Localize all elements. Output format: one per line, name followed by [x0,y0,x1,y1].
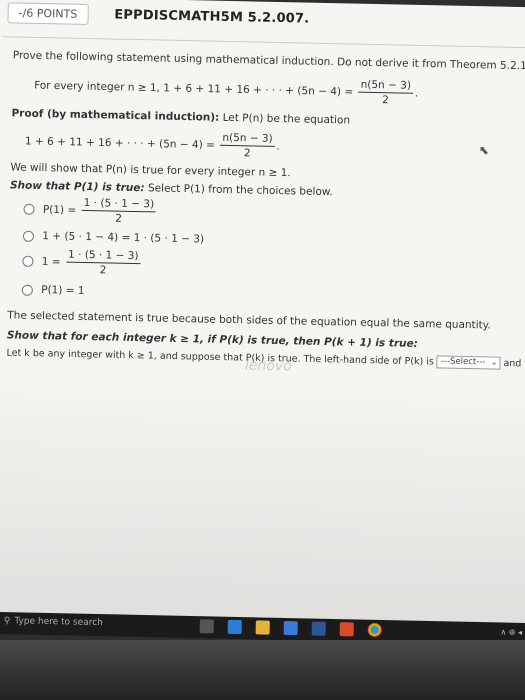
photo-stage: -/6 POINTS EPPDISCMATH5M 5.2.007. Prove … [0,0,525,700]
equation-fraction: n(5n − 3) 2 [220,130,275,161]
choice-3[interactable]: 1 = 1 · (5 · 1 − 3) 2 [22,247,143,279]
monitor-brand-logo: lenovo [244,357,292,375]
choice-3-numerator: 1 · (5 · 1 − 3) [65,247,141,265]
choice-1-label: P(1) = [42,203,77,217]
choice-1-denominator: 2 [115,212,123,225]
statement-fraction: n(5n − 3) 2 [358,77,414,108]
choice-1[interactable]: P(1) = 1 · (5 · 1 − 3) 2 [23,195,158,227]
trailing-text: and the r [503,357,525,370]
choice-1-fraction: 1 · (5 · 1 − 3) 2 [81,195,157,227]
browser-page: -/6 POINTS EPPDISCMATH5M 5.2.007. Prove … [0,0,525,633]
equation-text: 1 + 6 + 11 + 16 + · · · + (5n − 4) = [24,135,216,152]
show-p1-text: Select P(1) from the choices below. [147,182,333,199]
radio-choice-2[interactable] [22,230,35,242]
statement-denominator: 2 [382,94,390,107]
chrome-icon[interactable] [367,622,382,637]
radio-choice-3[interactable] [22,255,34,268]
show-p1-heading: Show that P(1) is true: [9,179,145,195]
choice-3-label: 1 = [41,255,61,269]
left-hand-side-select[interactable]: ---Select--- ⌄ [436,355,501,371]
statement-line: For every integer n ≥ 1, 1 + 6 + 11 + 16… [34,77,419,108]
header-divider [3,36,525,49]
radio-choice-1[interactable] [23,203,35,216]
choice-2-label: 1 + (5 · 1 − 4) = 1 · (5 · 1 − 3) [42,230,205,246]
taskbar-search[interactable]: ⚲ Type here to search [4,616,103,628]
radio-choice-4[interactable] [21,284,33,296]
equation-numerator: n(5n − 3) [220,130,275,148]
statement-text: For every integer n ≥ 1, 1 + 6 + 11 + 16… [34,79,354,99]
taskbar-apps [199,619,382,637]
word-icon[interactable] [311,621,326,636]
proof-heading-line: Proof (by mathematical induction): Let P… [11,106,350,127]
inductive-text: Let k be any integer with k ≥ 1, and sup… [6,347,434,368]
points-badge: -/6 POINTS [7,2,89,25]
chevron-down-icon: ⌄ [490,357,498,367]
proof-intro: Let P(n) be the equation [222,111,351,127]
choice-2[interactable]: 1 + (5 · 1 − 4) = 1 · (5 · 1 − 3) [22,229,205,247]
file-explorer-icon[interactable] [255,620,270,635]
store-icon[interactable] [283,620,298,636]
system-tray[interactable]: ∧ ⊕ ◂ EN [500,627,525,637]
equation-denominator: 2 [243,147,251,160]
select-value: ---Select--- [440,356,486,368]
choice-4-label: P(1) = 1 [41,284,85,297]
choice-4[interactable]: P(1) = 1 [21,283,85,298]
choice-3-denominator: 2 [99,264,107,277]
proof-heading: Proof (by mathematical induction): [11,107,220,124]
edge-icon[interactable] [227,619,242,635]
search-placeholder: Type here to search [14,616,103,629]
task-view-icon[interactable] [199,619,214,634]
equation-line: 1 + 6 + 11 + 16 + · · · + (5n − 4) = n(5… [24,130,281,161]
powerpoint-icon[interactable] [339,622,354,637]
problem-header: -/6 POINTS EPPDISCMATH5M 5.2.007. [7,2,310,29]
show-line: We will show that P(n) is true for every… [10,161,291,180]
statement-numerator: n(5n − 3) [358,77,414,94]
search-icon: ⚲ [3,616,11,627]
mouse-cursor-icon: ⬉ [478,143,490,158]
choice-1-numerator: 1 · (5 · 1 − 3) [81,195,157,213]
problem-id: EPPDISCMATH5M 5.2.007. [114,7,310,27]
choice-3-fraction: 1 · (5 · 1 − 3) 2 [65,247,141,279]
monitor-bezel [0,640,525,700]
